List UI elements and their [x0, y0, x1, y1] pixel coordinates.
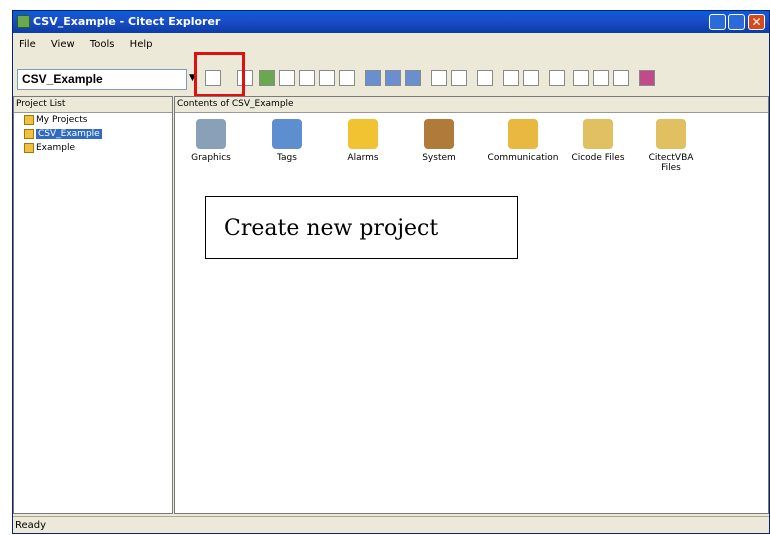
toolbar-btn-20-icon[interactable]: [639, 70, 655, 86]
citectvba-files-icon: [656, 119, 686, 149]
folder-icon: [24, 115, 34, 125]
toolbar-btn-19-icon[interactable]: [613, 70, 629, 86]
menu-file[interactable]: File: [13, 35, 42, 50]
toolbar-btn-14-icon[interactable]: [503, 70, 519, 86]
system-icon: [424, 119, 454, 149]
system-item[interactable]: System: [409, 119, 469, 163]
folder-icon: [24, 143, 34, 153]
toolbar-btn-11-icon[interactable]: [431, 70, 447, 86]
toolbar-btn-13-icon[interactable]: [477, 70, 493, 86]
menu-help[interactable]: Help: [124, 35, 159, 50]
communication-icon: [508, 119, 538, 149]
citect-explorer-window: CSV_Example - Citect Explorer ✕ File Vie…: [12, 10, 770, 534]
toolbar-btn-8-icon[interactable]: [365, 70, 381, 86]
toolbar-btn-16-icon[interactable]: [549, 70, 565, 86]
toolbar: CSV_Example ▼: [13, 61, 769, 95]
toolbar-btn-17-icon[interactable]: [573, 70, 589, 86]
graphics-icon: [196, 119, 226, 149]
menu-tools[interactable]: Tools: [84, 35, 121, 50]
toolbar-btn-5-icon[interactable]: [299, 70, 315, 86]
toolbar-btn-7-icon[interactable]: [339, 70, 355, 86]
citectvba-files-item[interactable]: CitectVBA Files: [639, 119, 703, 173]
communication-item[interactable]: Communication: [485, 119, 561, 163]
contents-pane: Contents of CSV_Example Graphics Tags Al…: [174, 96, 769, 514]
tree-item-my-projects[interactable]: My Projects: [14, 113, 172, 127]
tags-item[interactable]: Tags: [257, 119, 317, 163]
tree-item-csv-example[interactable]: CSV_Example: [14, 127, 172, 141]
cicode-files-icon: [583, 119, 613, 149]
maximize-button[interactable]: [728, 14, 745, 30]
toolbar-btn-9-icon[interactable]: [385, 70, 401, 86]
project-list-pane: Project List My Projects CSV_Example Exa…: [13, 96, 173, 514]
folder-icon: [24, 129, 34, 139]
alarms-item[interactable]: Alarms: [333, 119, 393, 163]
callout-annotation: Create new project: [205, 196, 518, 259]
contents-header: Contents of CSV_Example: [175, 97, 768, 113]
toolbar-btn-6-icon[interactable]: [319, 70, 335, 86]
window-title: CSV_Example - Citect Explorer: [33, 15, 221, 28]
toolbar-btn-3-icon[interactable]: [259, 70, 275, 86]
cicode-files-item[interactable]: Cicode Files: [563, 119, 633, 163]
close-button[interactable]: ✕: [748, 14, 765, 30]
menu-bar: File View Tools Help: [13, 35, 769, 55]
title-bar: CSV_Example - Citect Explorer ✕: [13, 11, 769, 33]
menu-view[interactable]: View: [45, 35, 81, 50]
project-list-header: Project List: [14, 97, 172, 113]
alarms-icon: [348, 119, 378, 149]
minimize-button[interactable]: [709, 14, 726, 30]
toolbar-btn-10-icon[interactable]: [405, 70, 421, 86]
project-dropdown[interactable]: CSV_Example: [17, 69, 187, 90]
new-project-highlight: [194, 52, 245, 97]
app-icon: [17, 15, 30, 28]
status-bar: Ready: [13, 516, 769, 534]
toolbar-btn-18-icon[interactable]: [593, 70, 609, 86]
toolbar-btn-15-icon[interactable]: [523, 70, 539, 86]
tags-icon: [272, 119, 302, 149]
toolbar-btn-12-icon[interactable]: [451, 70, 467, 86]
toolbar-btn-4-icon[interactable]: [279, 70, 295, 86]
tree-item-example[interactable]: Example: [14, 141, 172, 155]
graphics-item[interactable]: Graphics: [181, 119, 241, 163]
